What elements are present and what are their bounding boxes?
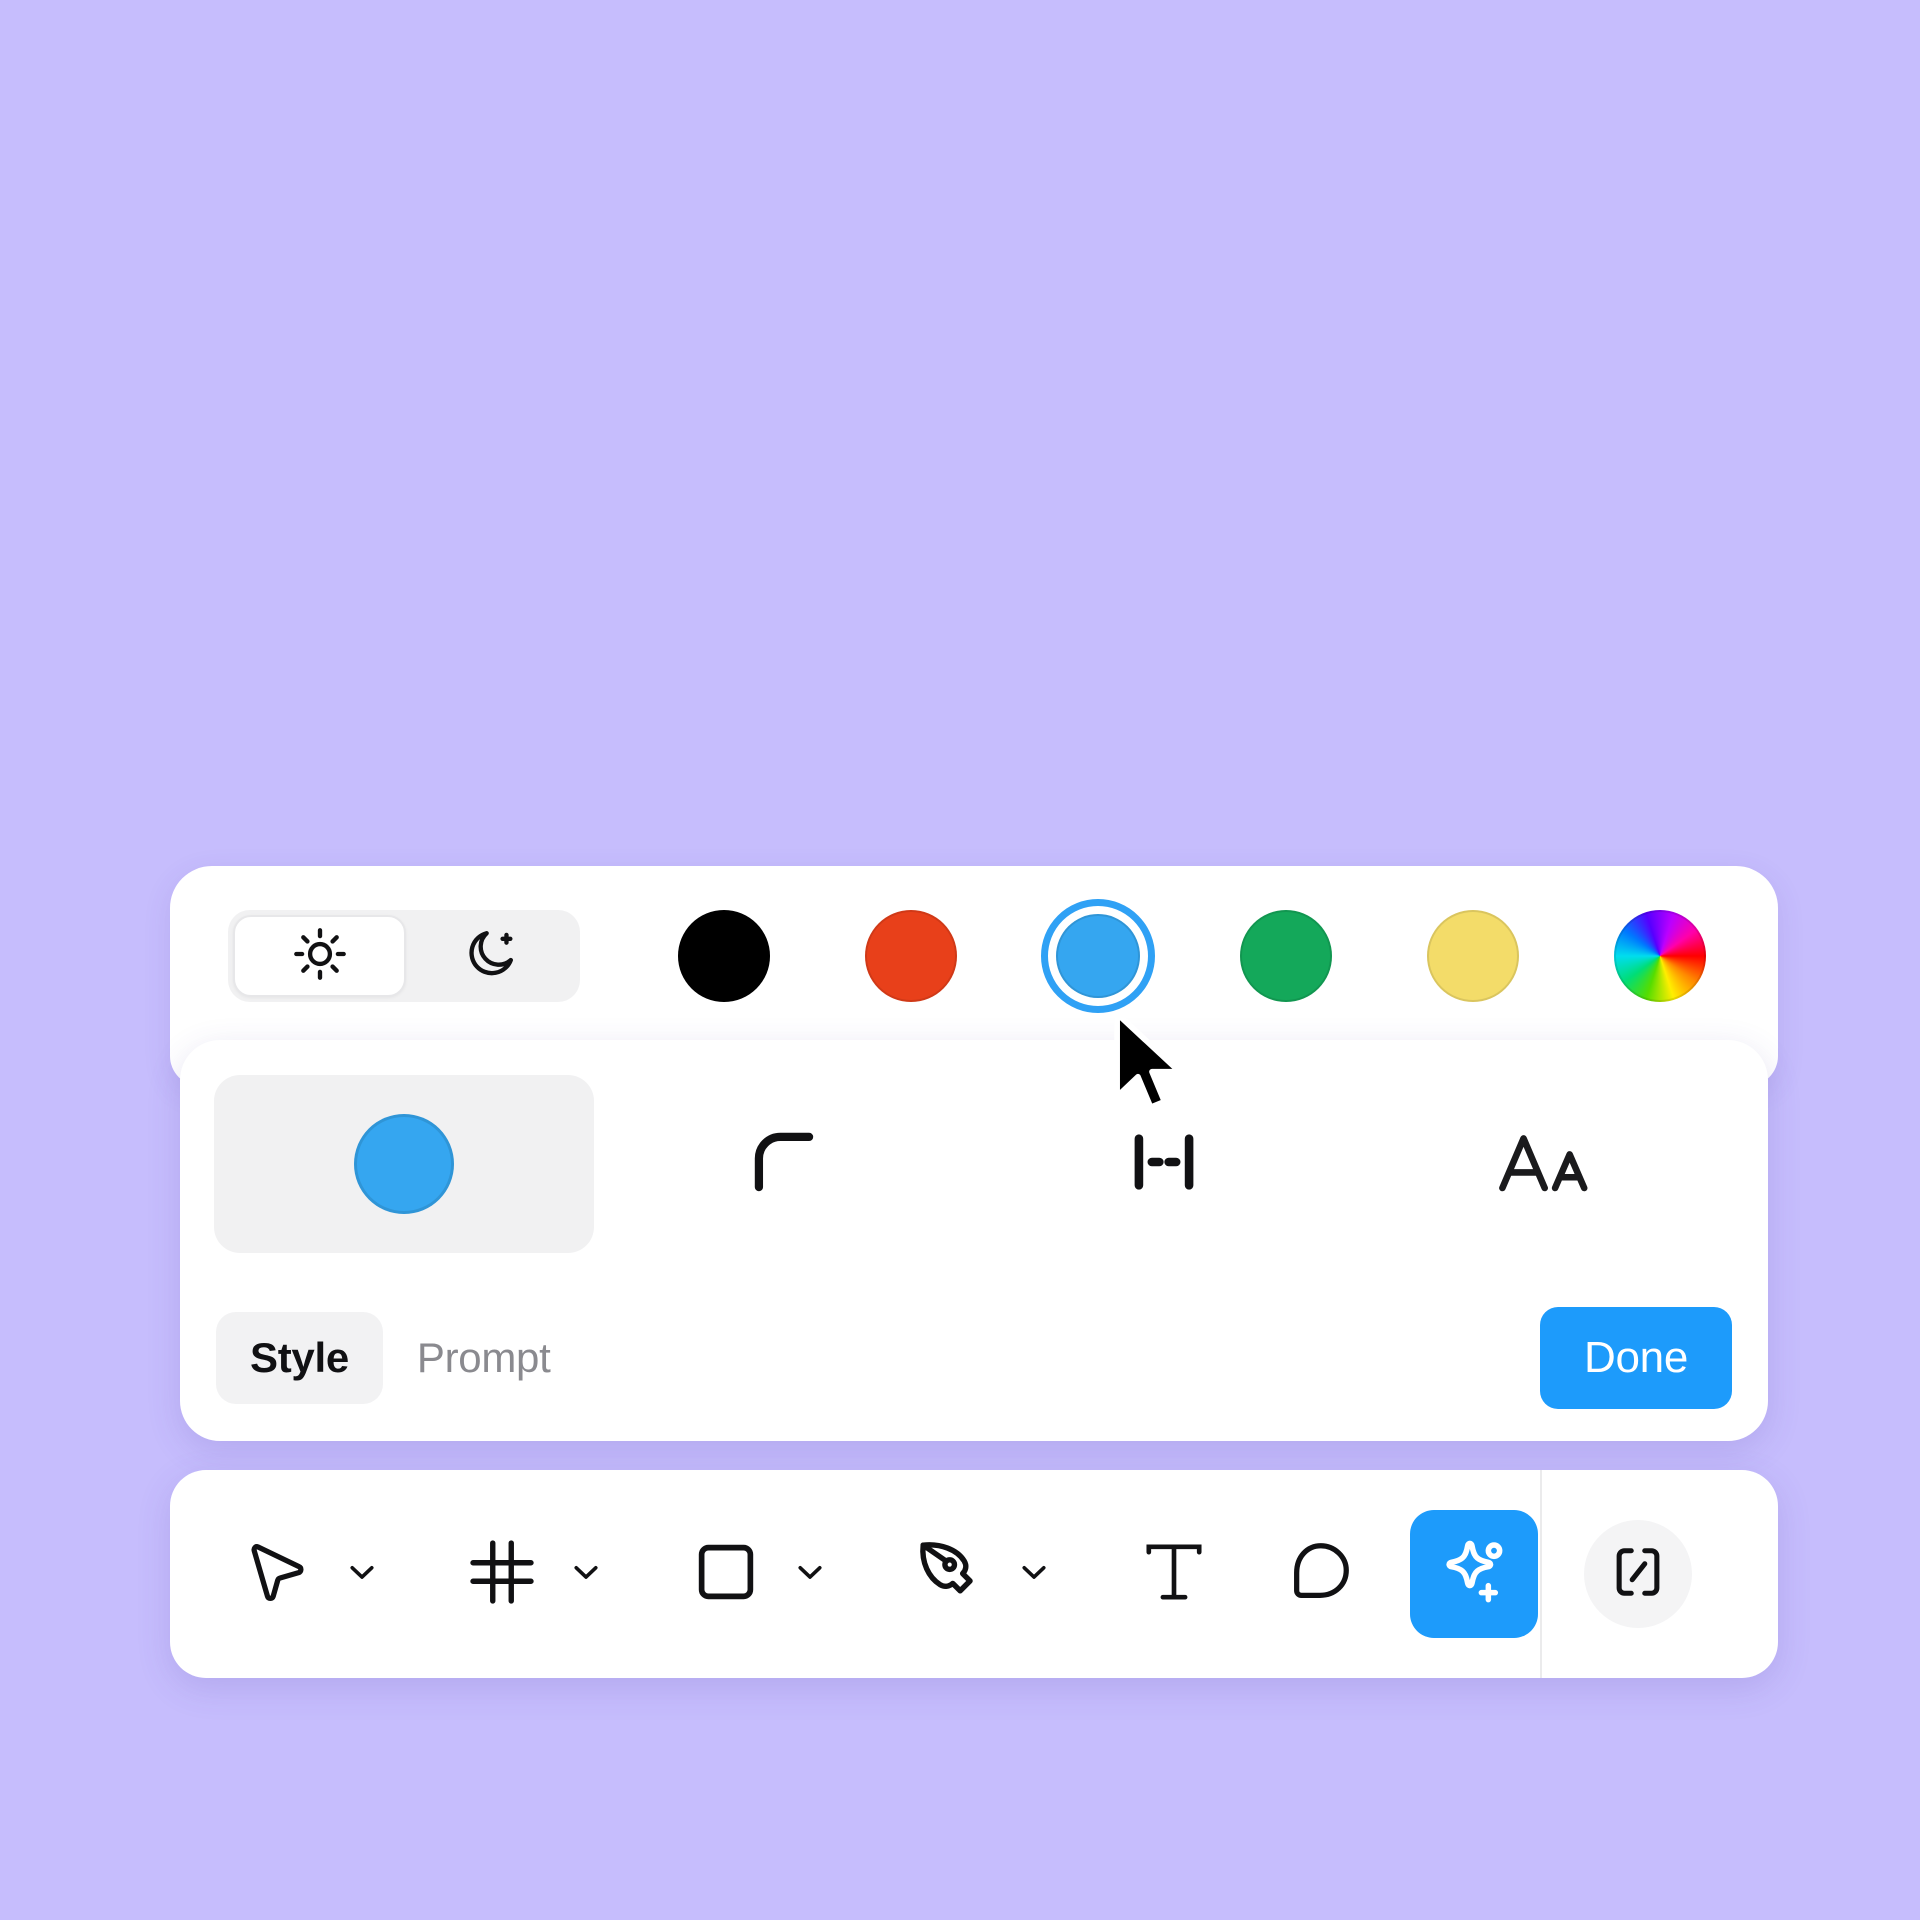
done-button[interactable]: Done [1540, 1307, 1732, 1409]
color-swatch-blue[interactable] [1040, 898, 1156, 1014]
select-tool[interactable] [222, 1518, 334, 1630]
pen-nib-icon [913, 1535, 987, 1614]
pen-tool[interactable] [894, 1518, 1006, 1630]
tab-style[interactable]: Style [216, 1312, 383, 1404]
property-typography[interactable] [1354, 1075, 1734, 1253]
comment-tool[interactable] [1264, 1518, 1376, 1630]
sparkle-plus-icon [1434, 1532, 1514, 1617]
moon-star-icon [462, 925, 520, 988]
corner-radius-icon [741, 1119, 827, 1210]
theme-option-dark[interactable] [406, 915, 575, 997]
property-corner-radius[interactable] [594, 1075, 974, 1253]
sun-icon [291, 925, 349, 988]
text-t-icon [1138, 1536, 1210, 1613]
tool-group-pen [894, 1518, 1062, 1630]
style-panel: Style Prompt Done [170, 866, 1778, 1441]
ai-tool[interactable] [1410, 1510, 1538, 1638]
frame-tool-dropdown[interactable] [558, 1529, 614, 1619]
chevron-down-icon [344, 1554, 380, 1595]
shape-tool-dropdown[interactable] [782, 1529, 838, 1619]
tool-group-shape [670, 1518, 838, 1630]
color-swatch-yellow[interactable] [1415, 898, 1531, 1014]
toolbar-divider [1540, 1470, 1542, 1678]
color-swatch-black[interactable] [666, 898, 782, 1014]
style-properties-card: Style Prompt Done [180, 1040, 1768, 1441]
theme-mode-toggle[interactable] [228, 910, 580, 1002]
chevron-down-icon [1016, 1554, 1052, 1595]
tab-prompt[interactable]: Prompt [383, 1312, 585, 1404]
property-fill-color[interactable] [214, 1075, 594, 1253]
color-circle-icon [354, 1114, 454, 1214]
tab-row: Style Prompt Done [180, 1275, 1768, 1441]
square-icon [692, 1538, 760, 1611]
property-tool-row [180, 1064, 1768, 1264]
color-swatch-list [666, 898, 1724, 1014]
color-swatch-red[interactable] [853, 898, 969, 1014]
shape-tool[interactable] [670, 1518, 782, 1630]
font-size-icon [1492, 1119, 1596, 1210]
frame-grid-icon [465, 1535, 539, 1614]
frame-tool[interactable] [446, 1518, 558, 1630]
property-spacing[interactable] [974, 1075, 1354, 1253]
theme-option-light[interactable] [233, 915, 406, 997]
pen-tool-dropdown[interactable] [1006, 1529, 1062, 1619]
color-wheel-icon [1613, 910, 1706, 1002]
text-tool[interactable] [1118, 1518, 1230, 1630]
select-tool-dropdown[interactable] [334, 1529, 390, 1619]
tool-group-frame [446, 1518, 614, 1630]
chevron-down-icon [792, 1554, 828, 1595]
dev-mode-toggle[interactable] [1584, 1520, 1692, 1628]
spacing-icon [1121, 1119, 1207, 1210]
bottom-toolbar [170, 1470, 1778, 1678]
tool-group-select [222, 1518, 390, 1630]
color-swatch-custom-wheel[interactable] [1602, 898, 1718, 1014]
chevron-down-icon [568, 1554, 604, 1595]
comment-bubble-icon [1285, 1537, 1355, 1612]
color-swatch-green[interactable] [1228, 898, 1344, 1014]
swatch-row [170, 866, 1778, 1046]
code-brackets-icon [1609, 1543, 1667, 1606]
cursor-arrow-icon [242, 1536, 314, 1613]
